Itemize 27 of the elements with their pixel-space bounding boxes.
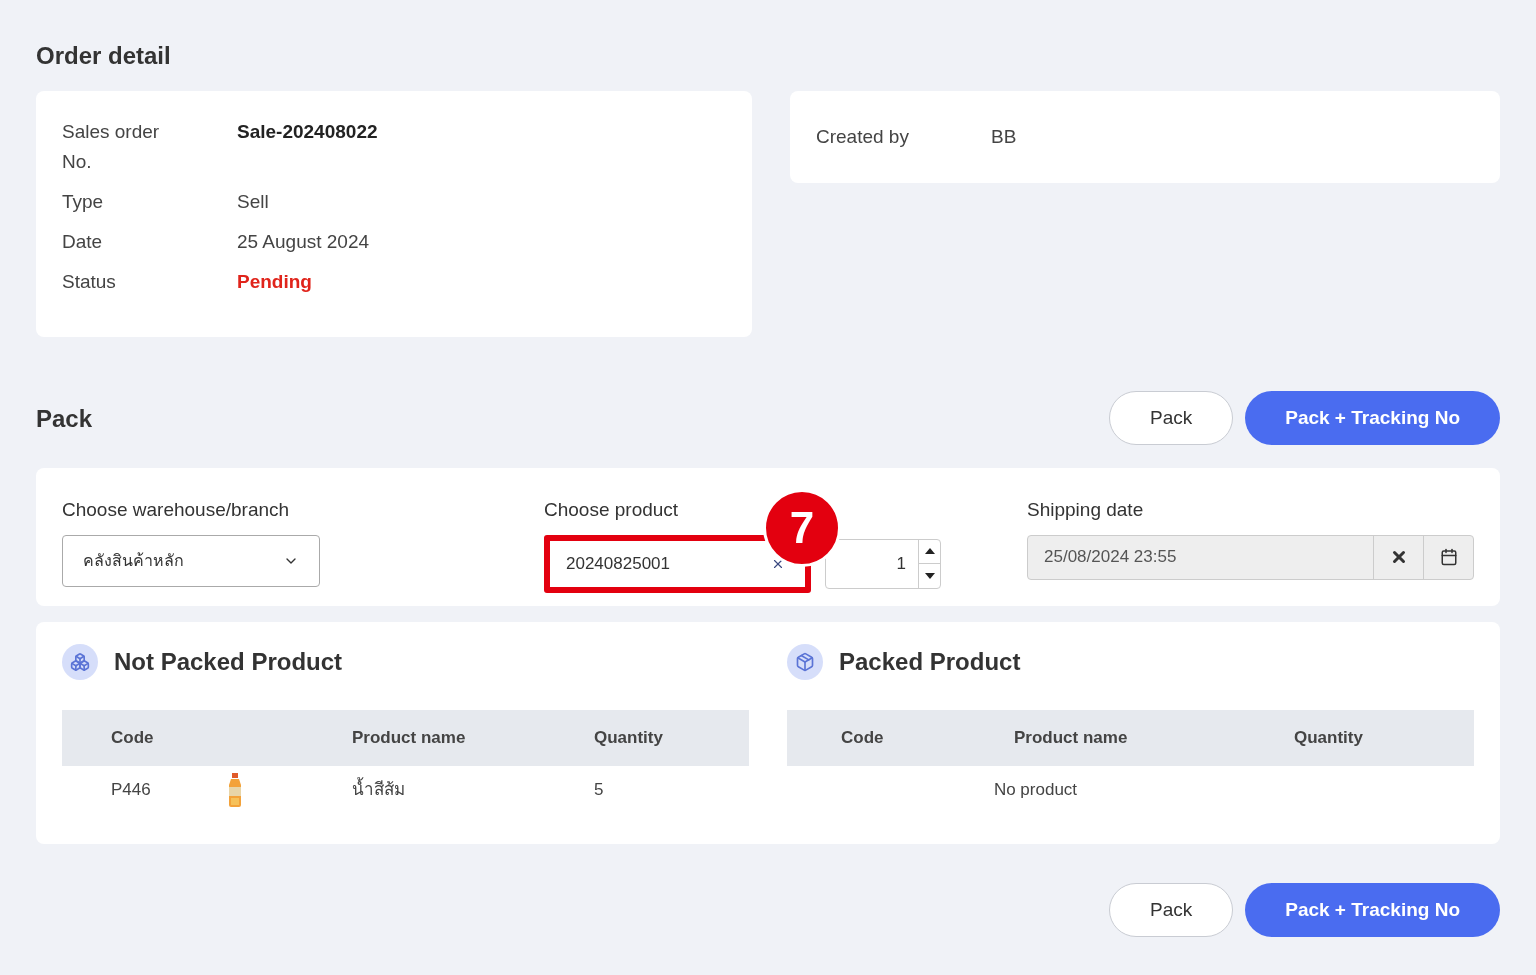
table-cell-text: P446: [111, 779, 152, 802]
empty-message: No product: [993, 779, 1078, 802]
column-header: Code: [111, 727, 155, 750]
column-header: Quantity: [1294, 727, 1363, 750]
field-label: Choose product: [544, 498, 679, 522]
field-label: Created by: [816, 124, 910, 149]
field-label: Status: [62, 270, 117, 294]
section-title: Pack: [36, 404, 93, 434]
field-label: Type: [62, 190, 105, 214]
column-header: Quantity: [594, 727, 663, 750]
field-label: Choose warehouse/branch: [62, 498, 290, 522]
column-header: Product name: [352, 727, 467, 750]
field-value: 25 August 2024: [237, 230, 370, 254]
field-value: Pending: [237, 270, 312, 294]
field-value: Sale-202408022: [237, 120, 378, 144]
table-cell-text: 5: [594, 779, 604, 802]
column-header: Code: [841, 727, 885, 750]
column-header: Product name: [1014, 727, 1129, 750]
field-label: Date: [62, 230, 104, 254]
field-value: Sell: [237, 190, 269, 214]
table-cell: น้ำสีส้ม: [352, 777, 594, 803]
section-title: Not Packed Product: [114, 647, 343, 677]
field-value: BB: [991, 124, 1017, 149]
field-label: Sales order No.: [62, 120, 161, 174]
page-title: Order detail: [36, 41, 172, 71]
section-title: Packed Product: [839, 647, 1021, 677]
field-label: Shipping date: [1027, 498, 1144, 522]
